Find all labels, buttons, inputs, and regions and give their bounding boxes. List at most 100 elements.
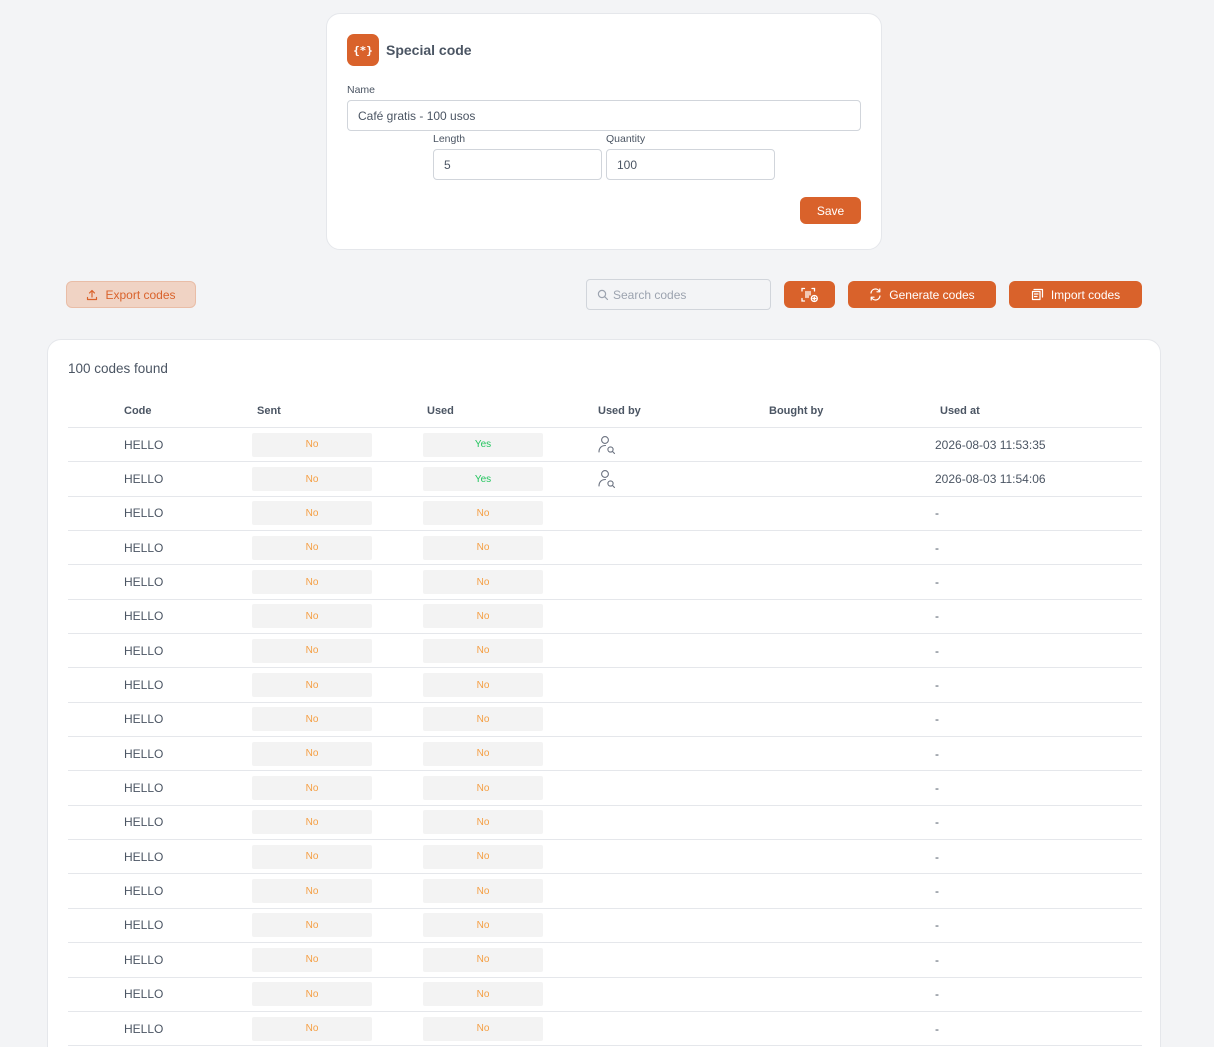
code-cell: HELLO xyxy=(124,609,164,624)
used-badge: No xyxy=(423,604,543,629)
table-row[interactable]: HELLO No No - xyxy=(68,909,1142,944)
used-at-cell: - xyxy=(935,1021,939,1036)
table-row[interactable]: HELLO No No - xyxy=(68,565,1142,600)
card-title: Special code xyxy=(386,42,472,58)
table-row[interactable]: HELLO No No - xyxy=(68,943,1142,978)
quantity-input-value: 100 xyxy=(617,157,638,172)
table-row[interactable]: HELLO No No - xyxy=(68,771,1142,806)
user-search-icon[interactable] xyxy=(598,469,616,489)
page: {*} Special code Name Café gratis - 100 … xyxy=(0,0,1214,1047)
sent-badge: No xyxy=(252,947,372,972)
used-badge: No xyxy=(423,707,543,732)
used-at-cell: - xyxy=(935,678,939,693)
export-codes-label: Export codes xyxy=(105,287,176,302)
code-cell: HELLO xyxy=(124,1021,164,1036)
code-cell: HELLO xyxy=(124,952,164,967)
sent-badge: No xyxy=(252,913,372,938)
code-cell: HELLO xyxy=(124,918,164,933)
sent-badge: No xyxy=(252,673,372,698)
column-header-used-at: Used at xyxy=(940,405,980,417)
scan-code-button[interactable] xyxy=(784,281,835,308)
used-at-cell: - xyxy=(935,952,939,967)
column-header-code: Code xyxy=(124,405,152,417)
table-row[interactable]: HELLO No No - xyxy=(68,634,1142,669)
sent-badge: No xyxy=(252,638,372,663)
codes-table: Code Sent Used Used by Bought by Used at… xyxy=(68,397,1142,1047)
table-row[interactable]: HELLO No No - xyxy=(68,703,1142,738)
used-badge: No xyxy=(423,913,543,938)
used-at-cell: - xyxy=(935,815,939,830)
used-at-cell: - xyxy=(935,712,939,727)
used-badge: No xyxy=(423,844,543,869)
code-cell: HELLO xyxy=(124,746,164,761)
scan-add-icon xyxy=(800,287,818,302)
generate-codes-label: Generate codes xyxy=(889,287,975,302)
used-at-cell: - xyxy=(935,781,939,796)
used-badge: No xyxy=(423,673,543,698)
used-at-cell: 2026-08-03 11:54:06 xyxy=(935,472,1046,487)
used-badge: No xyxy=(423,638,543,663)
special-code-icon: {*} xyxy=(347,34,379,66)
name-input-value: Café gratis - 100 usos xyxy=(358,108,476,123)
quantity-label: Quantity xyxy=(606,133,646,145)
used-badge: No xyxy=(423,982,543,1007)
code-cell: HELLO xyxy=(124,472,164,487)
table-row[interactable]: HELLO No No - xyxy=(68,668,1142,703)
used-at-cell: - xyxy=(935,575,939,590)
used-badge: No xyxy=(423,1016,543,1041)
length-input[interactable]: 5 xyxy=(433,149,602,180)
table-row[interactable]: HELLO No No - xyxy=(68,840,1142,875)
sent-badge: No xyxy=(252,432,372,457)
used-at-cell: - xyxy=(935,506,939,521)
sent-badge: No xyxy=(252,844,372,869)
name-input[interactable]: Café gratis - 100 usos xyxy=(347,100,861,131)
quantity-input[interactable]: 100 xyxy=(606,149,775,180)
sent-badge: No xyxy=(252,570,372,595)
search-input[interactable]: Search codes xyxy=(586,279,771,310)
table-row[interactable]: HELLO No No - xyxy=(68,1012,1142,1047)
search-icon xyxy=(597,289,609,300)
table-row[interactable]: HELLO No No - xyxy=(68,600,1142,635)
sent-badge: No xyxy=(252,604,372,629)
sent-badge: No xyxy=(252,1016,372,1041)
used-at-cell: - xyxy=(935,746,939,761)
used-badge: No xyxy=(423,776,543,801)
code-cell: HELLO xyxy=(124,884,164,899)
table-row[interactable]: HELLO No No - xyxy=(68,497,1142,532)
special-code-card: {*} Special code Name Café gratis - 100 … xyxy=(326,13,882,250)
export-codes-button[interactable]: Export codes xyxy=(66,281,196,308)
table-row[interactable]: HELLO No No - xyxy=(68,874,1142,909)
code-cell: HELLO xyxy=(124,781,164,796)
table-row[interactable]: HELLO No Yes 2026-08-03 11:53:35 xyxy=(68,428,1142,463)
sent-badge: No xyxy=(252,982,372,1007)
used-at-cell: 2026-08-03 11:53:35 xyxy=(935,437,1046,452)
results-card: 100 codes found Code Sent Used Used by B… xyxy=(47,339,1161,1047)
sent-badge: No xyxy=(252,776,372,801)
user-search-icon[interactable] xyxy=(598,435,616,455)
code-cell: HELLO xyxy=(124,815,164,830)
code-cell: HELLO xyxy=(124,712,164,727)
code-cell: HELLO xyxy=(124,575,164,590)
table-header: Code Sent Used Used by Bought by Used at xyxy=(68,397,1142,428)
table-row[interactable]: HELLO No No - xyxy=(68,531,1142,566)
sent-badge: No xyxy=(252,810,372,835)
column-header-used-by: Used by xyxy=(598,405,641,417)
code-cell: HELLO xyxy=(124,987,164,1002)
code-cell: HELLO xyxy=(124,643,164,658)
save-button[interactable]: Save xyxy=(800,197,861,224)
import-codes-button[interactable]: Import codes xyxy=(1009,281,1142,308)
generate-codes-button[interactable]: Generate codes xyxy=(848,281,996,308)
table-row[interactable]: HELLO No No - xyxy=(68,737,1142,772)
sent-badge: No xyxy=(252,501,372,526)
table-row[interactable]: HELLO No No - xyxy=(68,978,1142,1012)
code-cell: HELLO xyxy=(124,506,164,521)
search-placeholder: Search codes xyxy=(613,287,687,302)
upload-icon xyxy=(87,289,98,300)
code-cell: HELLO xyxy=(124,437,164,452)
import-icon xyxy=(1031,288,1043,301)
table-row[interactable]: HELLO No Yes 2026-08-03 11:54:06 xyxy=(68,462,1142,497)
used-at-cell: - xyxy=(935,609,939,624)
sent-badge: No xyxy=(252,707,372,732)
refresh-icon xyxy=(870,288,881,301)
table-row[interactable]: HELLO No No - xyxy=(68,806,1142,841)
